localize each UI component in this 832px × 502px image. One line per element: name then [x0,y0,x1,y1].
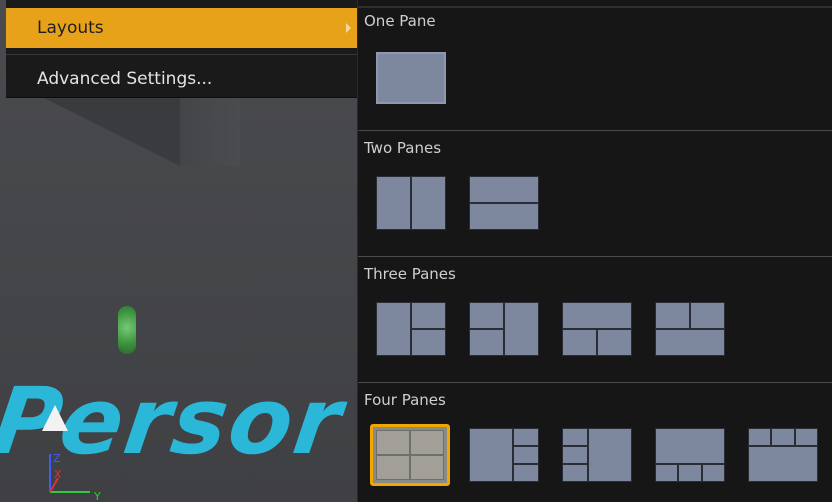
layouts-submenu: One Pane Two Panes Three Panes Four Pane… [357,0,832,502]
axis-x-label: X [54,468,62,481]
layout-one-pane-button[interactable] [374,50,448,106]
section-three-panes: Three Panes [358,257,832,382]
viewport-geometry [40,96,180,166]
layout-two-panes-vertical-button[interactable] [374,175,448,231]
viewport-pillar [180,96,240,166]
layout-two-panes-horizontal-button[interactable] [467,175,541,231]
player-capsule [118,306,136,354]
menu-item-layouts-label: Layouts [37,18,104,38]
section-one-pane: One Pane [358,0,832,130]
section-four-panes: Four Panes [358,383,832,502]
layout-four-panes-grid-button[interactable] [370,424,450,486]
menu-item-advanced-settings-label: Advanced Settings... [37,69,213,89]
viewport-options-menu: Layouts Advanced Settings... [6,0,357,98]
one-pane-icon [376,52,446,104]
four-panes-right-big-icon [562,428,632,482]
three-panes-left-big-icon [376,302,446,356]
three-panes-right-big-icon [469,302,539,356]
axis-gizmo: Z X Y [49,452,101,502]
axis-y-label: Y [93,490,101,502]
menu-item-advanced-settings[interactable]: Advanced Settings... [6,59,357,99]
layout-three-panes-top-big-button[interactable] [560,301,634,357]
layout-three-panes-left-big-button[interactable] [374,301,448,357]
player-start-icon [42,405,68,431]
two-panes-vertical-icon [376,176,446,230]
section-two-panes-label: Two Panes [364,139,442,157]
submenu-arrow-icon [346,23,351,33]
layout-three-panes-bottom-big-button[interactable] [653,301,727,357]
section-one-pane-label: One Pane [364,12,436,30]
menu-separator [6,54,357,55]
four-panes-bottom-big-icon [748,428,818,482]
two-panes-horizontal-icon [469,176,539,230]
three-panes-bottom-big-icon [655,302,725,356]
layout-four-panes-left-big-button[interactable] [467,427,541,483]
four-panes-top-big-icon [655,428,725,482]
three-panes-top-big-icon [562,302,632,356]
menu-item-layouts[interactable]: Layouts [6,8,357,48]
axis-z-label: Z [53,452,61,465]
layout-three-panes-right-big-button[interactable] [467,301,541,357]
layout-four-panes-bottom-big-button[interactable] [746,427,820,483]
section-four-panes-label: Four Panes [364,391,446,409]
four-panes-left-big-icon [469,428,539,482]
layout-four-panes-right-big-button[interactable] [560,427,634,483]
section-two-panes: Two Panes [358,131,832,256]
layout-four-panes-top-big-button[interactable] [653,427,727,483]
section-three-panes-label: Three Panes [364,265,456,283]
four-panes-grid-icon [376,430,444,480]
